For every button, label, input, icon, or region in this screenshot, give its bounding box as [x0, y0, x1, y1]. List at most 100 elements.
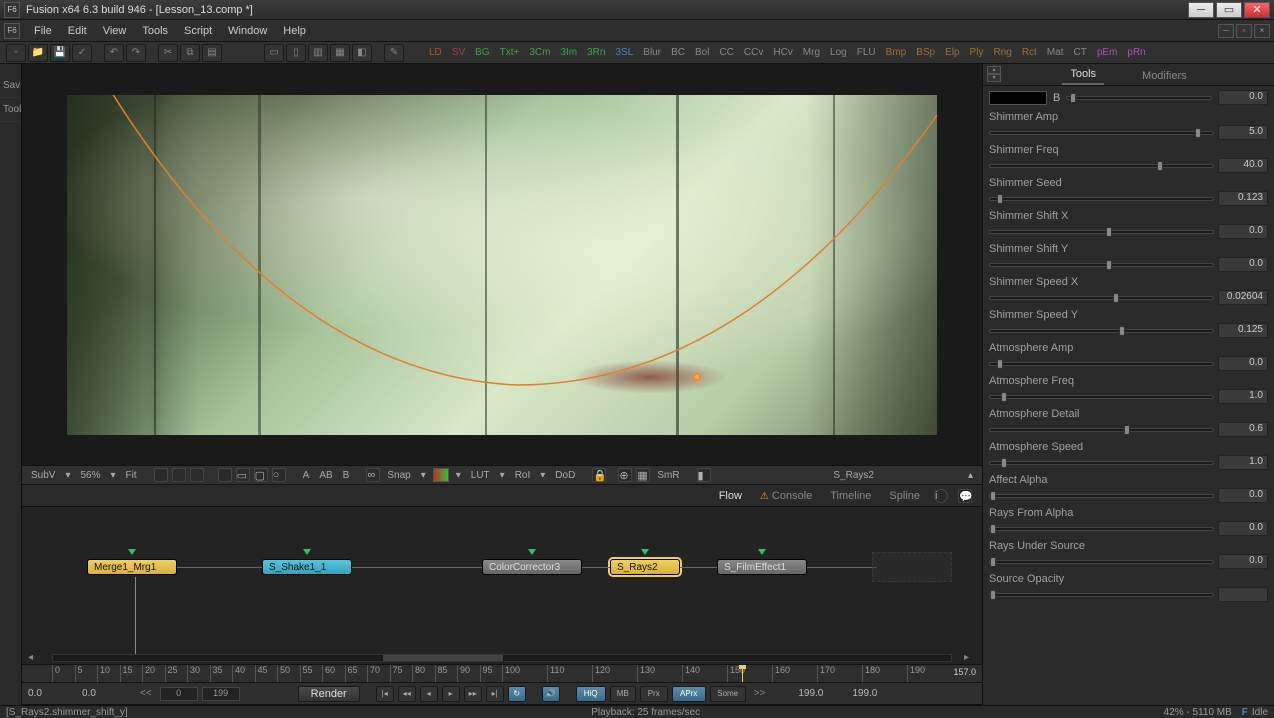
tool-tab-log[interactable]: Log [826, 45, 851, 60]
tool-tab-bc[interactable]: BC [667, 45, 689, 60]
layout-5-icon[interactable]: ◧ [352, 44, 372, 62]
prop-value[interactable]: 0.0 [1218, 257, 1268, 272]
tool-tab-mat[interactable]: Mat [1043, 45, 1068, 60]
infinity-icon[interactable]: ∞ [366, 468, 380, 482]
tool-tab-bol[interactable]: Bol [691, 45, 713, 60]
step-fwd-icon[interactable]: ▸▸ [464, 686, 482, 702]
timeline-ruler[interactable]: 0510152025303540455055606570758085909510… [22, 665, 982, 683]
circle-icon[interactable]: ○ [272, 468, 286, 482]
copy-icon[interactable]: ⧉ [180, 44, 200, 62]
layout-2-icon[interactable]: ▯ [286, 44, 306, 62]
prx-button[interactable]: Prx [640, 686, 668, 702]
b-button[interactable]: B [340, 470, 353, 481]
prop-slider[interactable] [989, 461, 1214, 465]
tool-tab-rct[interactable]: Rct [1018, 45, 1041, 60]
layout-1-icon[interactable]: ▭ [264, 44, 284, 62]
confirm-icon[interactable]: ✓ [72, 44, 92, 62]
prop-value-0[interactable]: 0.0 [1218, 90, 1268, 105]
mb-button[interactable]: MB [610, 686, 636, 702]
prop-value[interactable]: 40.0 [1218, 158, 1268, 173]
tool-tab-bsp[interactable]: BSp [912, 45, 939, 60]
prop-value[interactable]: 0.0 [1218, 224, 1268, 239]
tool-tab-cc[interactable]: CC [715, 45, 737, 60]
tool-tab-ct[interactable]: CT [1069, 45, 1090, 60]
lut-button[interactable]: LUT [468, 470, 493, 481]
minimize-button[interactable]: ─ [1188, 2, 1214, 18]
paste-icon[interactable]: ▤ [202, 44, 222, 62]
prop-slider[interactable] [989, 329, 1214, 333]
prop-slider[interactable] [989, 263, 1214, 267]
menu-script[interactable]: Script [176, 23, 220, 39]
layout-3-icon[interactable]: ▥ [308, 44, 328, 62]
rect-icon[interactable]: ▭ [236, 468, 250, 482]
tool-tab-rng[interactable]: Rng [989, 45, 1015, 60]
tool-tab-flu[interactable]: FLU [853, 45, 880, 60]
collapse-icon[interactable]: ▴ [965, 470, 976, 481]
tool-tab-3im[interactable]: 3Im [556, 45, 581, 60]
prop-value[interactable]: 0.123 [1218, 191, 1268, 206]
rect2-icon[interactable]: ▢ [254, 468, 268, 482]
prop-value[interactable]: 0.125 [1218, 323, 1268, 338]
prop-value[interactable]: 0.6 [1218, 422, 1268, 437]
prop-value[interactable]: 0.0 [1218, 356, 1268, 371]
menu-window[interactable]: Window [220, 23, 275, 39]
checker-icon[interactable] [190, 468, 204, 482]
tool-tab-3sl[interactable]: 3SL [611, 45, 637, 60]
prop-value[interactable]: 1.0 [1218, 455, 1268, 470]
grid-icon[interactable]: ▦ [636, 468, 650, 482]
menu-file[interactable]: File [26, 23, 60, 39]
menu-tools[interactable]: Tools [134, 23, 176, 39]
tool-tab-prn[interactable]: pRn [1123, 45, 1149, 60]
snap-button[interactable]: Snap [384, 470, 413, 481]
info-icon[interactable]: i [934, 489, 948, 503]
sidebar-tab-tool[interactable]: Tool [0, 98, 21, 122]
menu-view[interactable]: View [95, 23, 135, 39]
fit-button[interactable]: Fit [123, 470, 140, 481]
brush-icon[interactable]: ✎ [384, 44, 404, 62]
save-icon[interactable]: 💾 [50, 44, 70, 62]
tab-spline[interactable]: Spline [885, 488, 924, 504]
layout-4-icon[interactable]: ▦ [330, 44, 350, 62]
tab-tools[interactable]: Tools [1062, 65, 1104, 85]
go-end-icon[interactable]: ▸| [486, 686, 504, 702]
hiq-button[interactable]: HiQ [576, 686, 606, 702]
child-minimize-button[interactable]: ─ [1218, 24, 1234, 38]
child-close-button[interactable]: × [1254, 24, 1270, 38]
flow-node-s_filmeffect1[interactable]: S_FilmEffect1 [717, 559, 807, 575]
loop-icon[interactable]: ↻ [508, 686, 526, 702]
pencil-icon[interactable] [218, 468, 232, 482]
tool-tab-3rn[interactable]: 3Rn [583, 45, 609, 60]
spinner-buttons[interactable]: ▴▾ [987, 66, 1001, 82]
prop-slider[interactable] [989, 428, 1214, 432]
tool-tab-sv[interactable]: SV [448, 45, 469, 60]
range-out-chevron[interactable]: >> [750, 688, 770, 699]
prop-slider[interactable] [989, 593, 1214, 597]
prop-slider[interactable] [989, 164, 1214, 168]
play-icon[interactable]: ▸ [442, 686, 460, 702]
range-in-chevron[interactable]: << [136, 688, 156, 699]
dod-button[interactable]: DoD [552, 470, 578, 481]
tab-timeline[interactable]: Timeline [826, 488, 875, 504]
zoom-value[interactable]: 56% [78, 470, 104, 481]
prop-slider[interactable] [989, 230, 1214, 234]
tab-flow[interactable]: Flow [715, 488, 746, 504]
tool-tab-bmp[interactable]: Bmp [882, 45, 911, 60]
prop-slider[interactable] [989, 131, 1214, 135]
some-button[interactable]: Some [710, 686, 746, 702]
tool-tab-bg[interactable]: BG [471, 45, 493, 60]
tool-tab-ld[interactable]: LD [425, 45, 446, 60]
tool-tab-hcv[interactable]: HCv [769, 45, 796, 60]
step-back-icon[interactable]: ◂◂ [398, 686, 416, 702]
tool-tab-elp[interactable]: Elp [941, 45, 963, 60]
tool-tab-txt+[interactable]: Txt+ [496, 45, 524, 60]
prop-slider[interactable] [989, 560, 1214, 564]
prop-slider[interactable] [989, 527, 1214, 531]
flow-node-merge1_mrg1[interactable]: Merge1_Mrg1 [87, 559, 177, 575]
prop-value[interactable]: 5.0 [1218, 125, 1268, 140]
playhead[interactable] [742, 665, 743, 682]
menu-edit[interactable]: Edit [60, 23, 95, 39]
cut-icon[interactable]: ✂ [158, 44, 178, 62]
subview-button[interactable]: SubV [28, 470, 58, 481]
chat-icon[interactable]: 💬 [958, 489, 972, 503]
audio-icon[interactable]: 🔊 [542, 686, 560, 702]
